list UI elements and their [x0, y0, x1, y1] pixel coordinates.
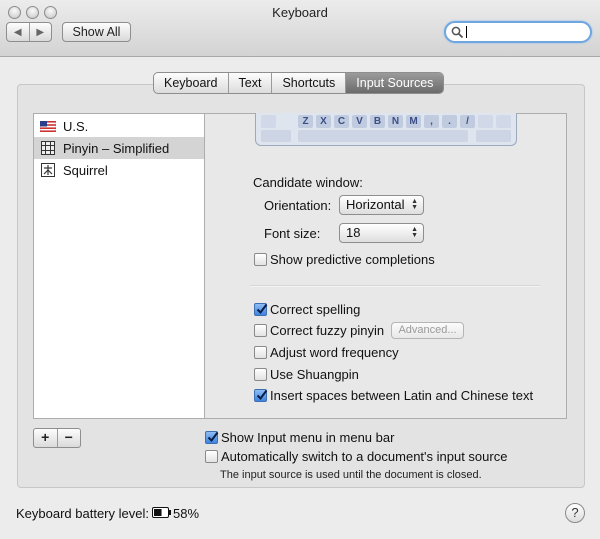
checkmark-icon [256, 303, 268, 315]
orientation-popup[interactable]: Horizontal ▲ ▼ [339, 195, 424, 215]
preview-spacebar [298, 130, 468, 142]
correct-spelling-checkbox[interactable] [254, 303, 268, 316]
battery-level-value: 58% [173, 506, 200, 521]
tab-shortcuts[interactable]: Shortcuts [272, 73, 347, 93]
battery-fill [154, 509, 162, 516]
correct-spelling-label: Correct spelling [270, 302, 361, 317]
tab-text[interactable]: Text [229, 73, 273, 93]
pinyin-grid-icon [40, 141, 56, 155]
preview-key: V [352, 115, 367, 128]
add-input-source-button[interactable]: + [34, 429, 57, 447]
orientation-value: Horizontal [346, 197, 405, 212]
divider [250, 285, 540, 287]
correct-fuzzy-pinyin-label: Correct fuzzy pinyin [270, 323, 385, 338]
checkmark-icon [256, 389, 268, 401]
preview-key: , [424, 115, 439, 128]
forward-button[interactable]: ▶ [28, 23, 52, 41]
tab-bar: Keyboard Text Shortcuts Input Sources [153, 72, 445, 94]
squirrel-icon [40, 163, 56, 177]
chevron-right-icon: ▶ [36, 26, 45, 38]
updown-arrows-icon: ▲ ▼ [411, 226, 418, 239]
keyboard-preferences-window: Keyboard ◀ ▶ Show All Keyboard Text Shor… [0, 0, 600, 539]
insert-spaces-checkbox[interactable] [254, 389, 268, 402]
use-shuangpin-checkbox[interactable] [254, 368, 267, 381]
auto-switch-checkbox[interactable] [205, 450, 218, 463]
tab-keyboard[interactable]: Keyboard [154, 73, 229, 93]
orientation-label: Orientation: [264, 198, 332, 213]
preview-key [261, 115, 276, 128]
show-predictive-checkbox[interactable] [254, 253, 267, 266]
preview-key: C [334, 115, 349, 128]
preview-key: N [388, 115, 403, 128]
use-shuangpin-label: Use Shuangpin [270, 367, 359, 382]
preview-key: / [460, 115, 475, 128]
candidate-window-heading: Candidate window: [253, 175, 363, 190]
preview-key [478, 115, 493, 128]
source-item-label: Pinyin – Simplified [63, 140, 170, 156]
chevron-left-icon: ◀ [13, 26, 22, 38]
font-size-label: Font size: [264, 226, 321, 241]
tab-input-sources[interactable]: Input Sources [346, 73, 444, 93]
battery-icon [152, 507, 171, 518]
show-predictive-label: Show predictive completions [270, 252, 435, 267]
font-size-value: 18 [346, 225, 361, 240]
nav-back-forward-control: ◀ ▶ [6, 22, 52, 42]
show-input-menu-label: Show Input menu in menu bar [221, 430, 395, 445]
input-sources-list[interactable]: U.S. Pinyin – Simplified Squirrel [33, 113, 205, 419]
source-item-pinyin-simplified[interactable]: Pinyin – Simplified [34, 137, 204, 159]
source-item-us[interactable]: U.S. [34, 115, 204, 137]
insert-spaces-label: Insert spaces between Latin and Chinese … [270, 388, 534, 403]
preview-key: Z [298, 115, 313, 128]
correct-fuzzy-pinyin-checkbox[interactable] [254, 324, 267, 337]
show-all-button[interactable]: Show All [62, 22, 131, 42]
add-remove-control: + − [33, 428, 81, 448]
auto-switch-label: Automatically switch to a document's inp… [221, 449, 508, 464]
us-flag-icon [40, 119, 56, 133]
source-item-label: Squirrel [63, 162, 108, 178]
back-button[interactable]: ◀ [7, 23, 29, 41]
preview-key: B [370, 115, 385, 128]
title-bar: Keyboard ◀ ▶ Show All [0, 0, 600, 57]
preview-key-row [261, 130, 291, 142]
font-size-popup[interactable]: 18 ▲ ▼ [339, 223, 424, 243]
remove-input-source-button[interactable]: − [56, 429, 81, 447]
battery-level-label: Keyboard battery level: [16, 506, 149, 521]
advanced-button[interactable]: Advanced... [391, 322, 464, 339]
checkmark-icon [207, 431, 219, 443]
preview-key: X [316, 115, 331, 128]
source-item-squirrel[interactable]: Squirrel [34, 159, 204, 181]
adjust-word-frequency-checkbox[interactable] [254, 346, 267, 359]
show-input-menu-checkbox[interactable] [205, 431, 219, 444]
auto-switch-note: The input source is used until the docum… [220, 469, 482, 481]
search-icon [451, 26, 464, 39]
updown-arrows-icon: ▲ ▼ [411, 198, 418, 211]
preview-key: M [406, 115, 421, 128]
help-button[interactable]: ? [565, 503, 585, 523]
search-field[interactable] [444, 21, 592, 43]
preview-key-row [476, 130, 511, 142]
keyboard-layout-preview: Z X C V B N M , . / [255, 113, 517, 146]
preview-key: . [442, 115, 457, 128]
preview-key [496, 115, 511, 128]
window-title: Keyboard [272, 5, 328, 20]
adjust-word-frequency-label: Adjust word frequency [270, 345, 399, 360]
text-caret [466, 26, 467, 38]
source-item-label: U.S. [63, 118, 89, 134]
